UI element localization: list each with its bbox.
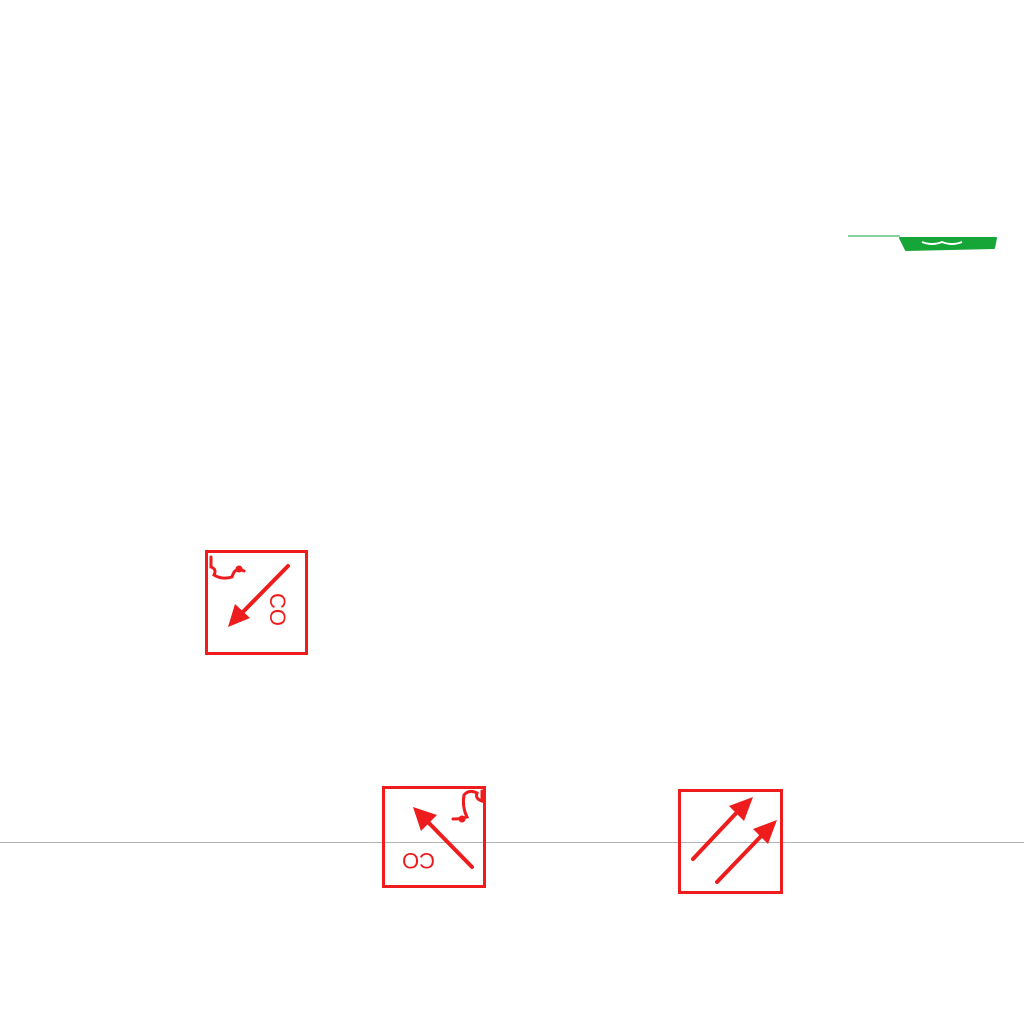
co-label: CO	[265, 593, 290, 626]
hook-dot	[458, 815, 466, 823]
co-detector-symbol-up-left: CO	[382, 786, 486, 888]
diagram-canvas: CO CO	[0, 0, 1024, 1024]
green-flat-marker	[848, 235, 997, 251]
co-label: CO	[402, 848, 435, 873]
co-detector-symbol-down-left: CO	[205, 550, 308, 655]
double-arrow-graphic	[691, 797, 777, 884]
arrow-shaft-lower	[715, 830, 767, 884]
horizontal-reference-line	[0, 842, 1024, 843]
arrow-shaft-upper	[691, 806, 743, 861]
hook-dot	[235, 565, 243, 573]
double-arrow-symbol-up-right	[678, 789, 783, 894]
co-detector-graphic	[209, 555, 290, 627]
curl-hook-icon	[451, 789, 484, 821]
